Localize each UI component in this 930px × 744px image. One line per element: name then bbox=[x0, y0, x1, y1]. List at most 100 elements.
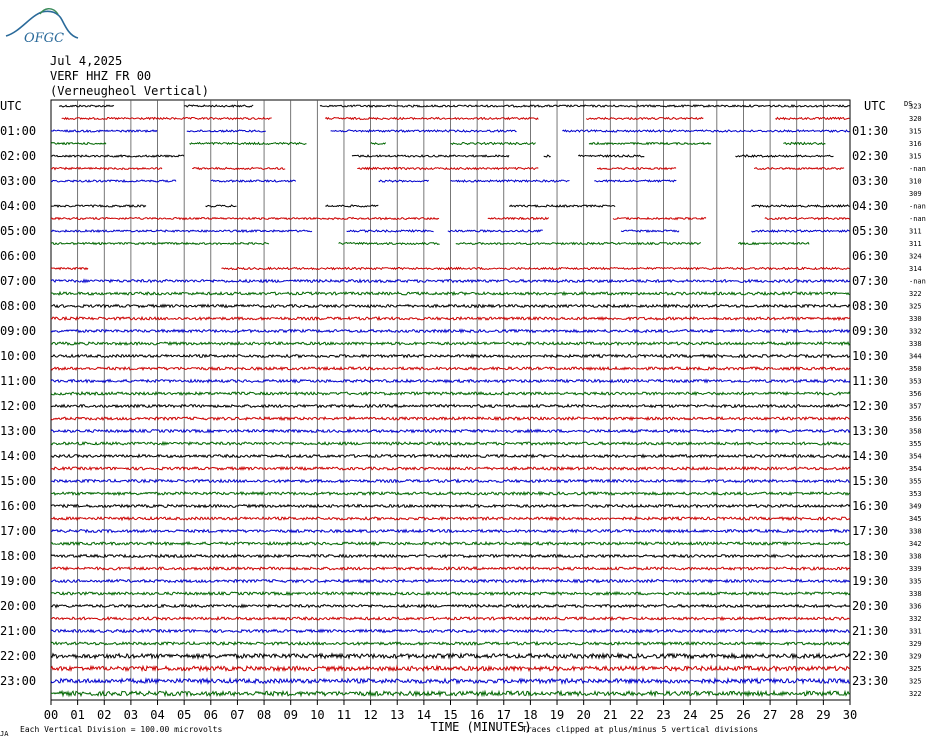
ds-value: 350 bbox=[909, 365, 922, 373]
left-time-label: 01:00 bbox=[0, 124, 36, 138]
trace-blue bbox=[620, 229, 680, 234]
trace-green bbox=[338, 241, 440, 246]
x-tick-label: 21 bbox=[603, 708, 617, 722]
right-time-label: 22:30 bbox=[852, 649, 888, 663]
ds-value: 339 bbox=[909, 565, 922, 573]
trace-green bbox=[370, 142, 386, 146]
trace-blue bbox=[210, 179, 297, 183]
trace-black bbox=[50, 154, 185, 158]
x-tick-label: 20 bbox=[576, 708, 590, 722]
x-tick-label: 27 bbox=[763, 708, 777, 722]
ds-value: -nan bbox=[909, 203, 926, 211]
trace-green bbox=[450, 141, 536, 146]
ds-value: 325 bbox=[909, 303, 922, 311]
right-time-label: 09:30 bbox=[852, 324, 888, 338]
ds-value: 357 bbox=[909, 403, 922, 411]
trace-green bbox=[737, 241, 810, 246]
left-time-label: 23:00 bbox=[0, 674, 36, 688]
right-time-label: 16:30 bbox=[852, 499, 888, 513]
x-tick-label: 12 bbox=[363, 708, 377, 722]
ds-value: 329 bbox=[909, 640, 922, 648]
trace-blue bbox=[562, 129, 850, 133]
x-tick-label: 26 bbox=[736, 708, 750, 722]
ds-value: 309 bbox=[909, 190, 922, 198]
left-time-label: 04:00 bbox=[0, 199, 36, 213]
trace-red bbox=[357, 166, 539, 171]
ds-value: 316 bbox=[909, 140, 922, 148]
trace-green bbox=[783, 141, 826, 146]
right-time-label: 23:30 bbox=[852, 674, 888, 688]
ds-value: 311 bbox=[909, 228, 922, 236]
helicorder-plot: UTC UTC DS01:0002:0003:0004:0005:0006:0007… bbox=[0, 99, 926, 738]
left-time-label: 03:00 bbox=[0, 174, 36, 188]
trace-black bbox=[184, 104, 254, 108]
trace-black bbox=[58, 104, 115, 108]
trace-black bbox=[351, 154, 510, 158]
x-tick-label: 03 bbox=[124, 708, 138, 722]
left-time-label: 11:00 bbox=[0, 374, 36, 388]
right-time-label: 08:30 bbox=[852, 299, 888, 313]
trace-red bbox=[596, 166, 677, 171]
left-time-label: 06:00 bbox=[0, 249, 36, 263]
trace-green bbox=[50, 141, 107, 146]
x-tick-label: 00 bbox=[44, 708, 58, 722]
ds-value: 325 bbox=[909, 678, 922, 686]
trace-red bbox=[61, 116, 272, 121]
trace-black bbox=[508, 204, 616, 208]
trace-red bbox=[50, 365, 851, 372]
trace-black bbox=[543, 154, 551, 158]
right-time-label: 13:30 bbox=[852, 424, 888, 438]
ds-value: 330 bbox=[909, 315, 922, 323]
ds-value: 344 bbox=[909, 353, 922, 361]
ds-value: 349 bbox=[909, 503, 922, 511]
scale-note: Each Vertical Division = 100.00 microvol… bbox=[20, 725, 222, 734]
right-time-label: 03:30 bbox=[852, 174, 888, 188]
ds-value: 314 bbox=[909, 265, 922, 273]
trace-red bbox=[775, 116, 850, 121]
trace-black bbox=[735, 154, 834, 158]
x-tick-label: 29 bbox=[816, 708, 830, 722]
ds-value: 322 bbox=[909, 690, 922, 698]
ds-value: 345 bbox=[909, 515, 922, 523]
corner-mark: JA bbox=[0, 730, 9, 738]
trace-green bbox=[189, 141, 307, 146]
trace-red bbox=[585, 116, 704, 121]
left-time-label: 22:00 bbox=[0, 649, 36, 663]
right-time-label: 14:30 bbox=[852, 449, 888, 463]
ds-value: 354 bbox=[909, 453, 922, 461]
ds-value: 322 bbox=[909, 290, 922, 298]
clip-note: Traces clipped at plus/minus 5 vertical … bbox=[522, 725, 758, 734]
trace-blue bbox=[447, 229, 543, 233]
trace-blue bbox=[378, 179, 429, 183]
ds-value: 320 bbox=[909, 115, 922, 123]
right-time-label: 01:30 bbox=[852, 124, 888, 138]
right-time-label: 18:30 bbox=[852, 549, 888, 563]
ds-value: 310 bbox=[909, 178, 922, 186]
ds-value: 338 bbox=[909, 590, 922, 598]
ds-value: -nan bbox=[909, 278, 926, 286]
ds-value: 323 bbox=[909, 103, 922, 111]
x-tick-label: 25 bbox=[710, 708, 724, 722]
right-time-label: 19:30 bbox=[852, 574, 888, 588]
ds-value: 315 bbox=[909, 153, 922, 161]
trace-blue bbox=[186, 129, 266, 133]
ds-value: 356 bbox=[909, 415, 922, 423]
ds-value: 324 bbox=[909, 253, 922, 261]
x-tick-label: 14 bbox=[417, 708, 431, 722]
left-axis-title: UTC bbox=[0, 99, 22, 113]
left-time-label: 09:00 bbox=[0, 324, 36, 338]
ds-value: 338 bbox=[909, 528, 922, 536]
left-time-label: 16:00 bbox=[0, 499, 36, 513]
left-time-label: 02:00 bbox=[0, 149, 36, 163]
left-time-label: 19:00 bbox=[0, 574, 36, 588]
trace-black bbox=[50, 204, 147, 208]
x-axis-label: TIME (MINUTES) bbox=[430, 720, 531, 734]
right-time-label: 15:30 bbox=[852, 474, 888, 488]
trace-black bbox=[577, 154, 645, 158]
x-tick-label: 28 bbox=[790, 708, 804, 722]
left-time-label: 18:00 bbox=[0, 549, 36, 563]
ds-value: 338 bbox=[909, 553, 922, 561]
ds-value: 336 bbox=[909, 603, 922, 611]
ds-value: 358 bbox=[909, 428, 922, 436]
right-time-label: 12:30 bbox=[852, 399, 888, 413]
